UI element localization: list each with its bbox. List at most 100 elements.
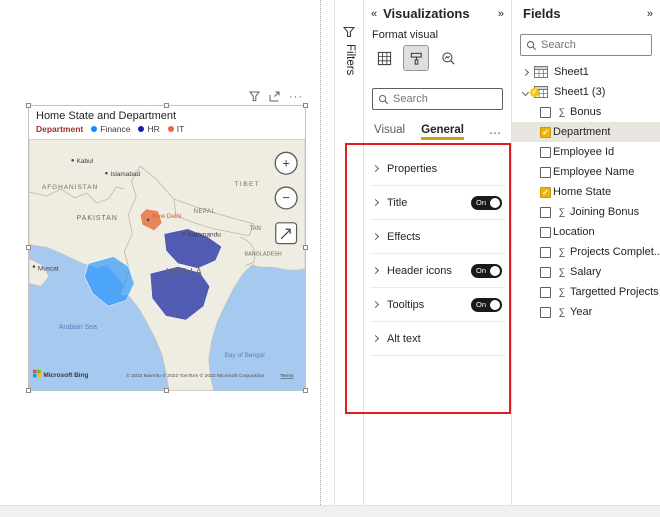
collapse-pane-icon[interactable]: « [371, 8, 377, 20]
label-tibet: TIBET [235, 181, 261, 188]
field-label: Employee Name [553, 166, 635, 178]
visual-title: Home State and Department [36, 110, 177, 122]
field-checkbox[interactable] [540, 106, 551, 118]
filters-pane-label[interactable]: Filters [344, 44, 356, 75]
field-checkbox[interactable] [540, 146, 551, 158]
field-label: Employee Id [553, 146, 615, 158]
bing-logo-text[interactable]: Microsoft Bing [43, 372, 88, 379]
fields-header: Fields » [523, 6, 653, 21]
filter-funnel-icon[interactable] [249, 91, 260, 102]
field-row[interactable]: ∑ Salary [512, 262, 660, 282]
fields-pane: Fields » Sheet1 ✓ Sheet1 (3) ∑ Bonus Depa… [511, 0, 660, 505]
legend-item-finance[interactable]: Finance [91, 124, 130, 134]
svg-text:−: − [282, 190, 290, 205]
format-section-row[interactable]: Properties [370, 152, 505, 186]
field-checkbox[interactable] [540, 226, 551, 238]
label-kathmandu: Kathmandu [188, 232, 221, 239]
field-checkbox[interactable] [540, 286, 551, 298]
legend-title: Department [36, 124, 84, 134]
format-search-box[interactable] [372, 88, 503, 110]
zoom-out-button[interactable]: − [274, 186, 298, 210]
chevron-down-icon[interactable] [521, 88, 530, 96]
field-row[interactable]: Employee Name [512, 162, 660, 182]
field-checkbox[interactable] [540, 186, 551, 198]
field-row[interactable]: Employee Id [512, 142, 660, 162]
field-row[interactable]: ∑ Year [512, 302, 660, 322]
filters-funnel-icon[interactable] [343, 26, 355, 38]
table-name: Sheet1 (3) [554, 86, 606, 98]
format-visual-icon[interactable] [403, 45, 429, 71]
tab-general[interactable]: General [421, 124, 464, 140]
resize-handle[interactable] [26, 103, 31, 108]
format-mode-icons [372, 45, 460, 71]
resize-handle[interactable] [164, 388, 169, 393]
field-label: Joining Bonus [570, 206, 640, 218]
tabs-more-icon[interactable]: ⋯ [489, 126, 501, 140]
filters-pane-collapsed[interactable]: Filters [334, 0, 363, 505]
tab-visual[interactable]: Visual [374, 124, 405, 140]
fields-search-box[interactable] [520, 34, 652, 56]
section-label: Header icons [387, 264, 452, 277]
sigma-icon: ∑ [558, 306, 566, 318]
legend-item-it[interactable]: IT [167, 124, 185, 134]
label-bangladesh: BANGLADESH [244, 252, 281, 258]
field-checkbox[interactable] [540, 246, 551, 258]
field-row[interactable]: ∑ Targetted Projects [512, 282, 660, 302]
format-section-row[interactable]: Title On [370, 186, 505, 220]
resize-handle[interactable] [303, 245, 308, 250]
field-checkbox[interactable] [540, 306, 551, 318]
toggle[interactable]: On [471, 195, 502, 210]
table-row-sheet1[interactable]: Sheet1 [512, 62, 660, 82]
format-section-row[interactable]: Effects [370, 220, 505, 254]
toggle-knob [490, 299, 500, 310]
bing-map[interactable]: Kabul AFGHANISTAN Islamabad TIBET PAKIST… [29, 139, 305, 391]
sigma-icon: ∑ [558, 106, 566, 118]
format-section-row[interactable]: Alt text [370, 322, 505, 356]
build-visual-icon[interactable] [372, 46, 396, 70]
focus-mode-icon[interactable] [269, 91, 280, 102]
analytics-icon[interactable] [436, 46, 460, 70]
field-row[interactable]: ∑ Projects Complet... [512, 242, 660, 262]
chevron-right-icon[interactable] [521, 68, 530, 76]
resize-handle[interactable] [164, 103, 169, 108]
table-row-sheet1-3[interactable]: ✓ Sheet1 (3) [512, 82, 660, 102]
sigma-icon: ∑ [558, 286, 566, 298]
field-checkbox[interactable] [540, 126, 551, 138]
map-area[interactable]: Kabul AFGHANISTAN Islamabad TIBET PAKIST… [29, 139, 305, 391]
legend-label: IT [176, 124, 185, 134]
field-checkbox[interactable] [540, 166, 551, 178]
fields-search-input[interactable] [541, 39, 646, 51]
terms-link[interactable]: Terms [280, 373, 294, 379]
expand-pane-icon[interactable]: » [647, 8, 653, 20]
toggle[interactable]: On [471, 297, 502, 312]
format-section-row[interactable]: Tooltips On [370, 288, 505, 322]
field-label: Year [570, 306, 593, 318]
map-visual[interactable]: ··· Home State and Department Department… [26, 91, 308, 393]
field-row[interactable]: Department [512, 122, 660, 142]
resize-handle[interactable] [303, 103, 308, 108]
sigma-icon: ∑ [558, 266, 566, 278]
resize-handle[interactable] [26, 245, 31, 250]
format-section-row[interactable]: Header icons On [370, 254, 505, 288]
visualizations-title: Visualizations [383, 6, 470, 21]
expand-pane-icon[interactable]: » [498, 8, 504, 20]
field-row[interactable]: ∑ Bonus [512, 102, 660, 122]
sigma-icon: ∑ [558, 206, 566, 218]
birds-eye-button[interactable] [275, 222, 298, 245]
legend-item-hr[interactable]: HR [138, 124, 160, 134]
field-row[interactable]: Home State [512, 182, 660, 202]
resize-handle[interactable] [303, 388, 308, 393]
label-kabul: Kabul [77, 158, 93, 165]
more-options-icon[interactable]: ··· [289, 91, 303, 102]
toggle[interactable]: On [471, 263, 502, 278]
report-canvas[interactable]: ··· Home State and Department Department… [0, 0, 334, 505]
format-search-input[interactable] [393, 93, 497, 105]
field-row[interactable]: ∑ Joining Bonus [512, 202, 660, 222]
field-checkbox[interactable] [540, 266, 551, 278]
zoom-in-button[interactable]: + [274, 151, 298, 175]
visual-hover-toolbar: ··· [249, 91, 303, 102]
field-checkbox[interactable] [540, 206, 551, 218]
field-row[interactable]: Location [512, 222, 660, 242]
resize-handle[interactable] [26, 388, 31, 393]
chevron-right-icon [371, 164, 380, 173]
